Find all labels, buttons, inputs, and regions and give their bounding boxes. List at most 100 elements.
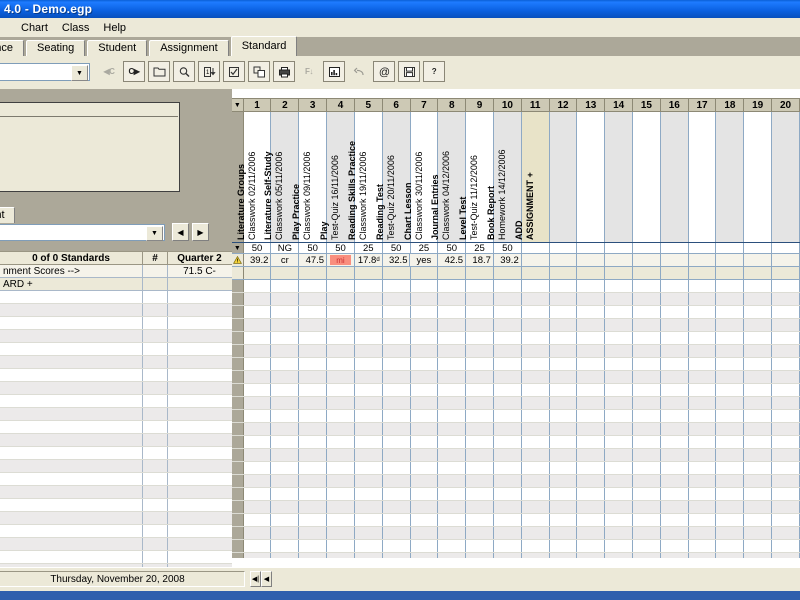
score-cell-6[interactable]: 32.5 <box>383 254 411 266</box>
grid-empty-cell[interactable] <box>577 410 606 422</box>
grid-empty-cell[interactable] <box>438 488 467 500</box>
grid-empty-cell[interactable] <box>716 527 745 539</box>
grid-empty-cell[interactable] <box>550 540 578 552</box>
empty-column-17[interactable] <box>688 112 717 242</box>
grid-empty-cell[interactable] <box>661 501 689 513</box>
grid-empty-cell[interactable] <box>299 384 328 396</box>
grid-empty-cell[interactable] <box>661 384 689 396</box>
grid-empty-cell[interactable] <box>299 358 328 370</box>
grid-empty-cell[interactable] <box>271 319 300 331</box>
grid-empty-cell[interactable] <box>438 384 467 396</box>
grid-empty-cell[interactable] <box>494 306 522 318</box>
grid-empty-cell[interactable] <box>577 384 606 396</box>
grid-empty-cell[interactable] <box>522 345 550 357</box>
grid-empty-cell[interactable] <box>633 384 661 396</box>
grid-empty-cell[interactable] <box>299 306 328 318</box>
grid-empty-cell[interactable] <box>244 319 272 331</box>
grid-empty-cell[interactable] <box>744 319 773 331</box>
grid-empty-cell[interactable] <box>299 527 328 539</box>
grid-empty-cell[interactable] <box>661 527 689 539</box>
grid-empty-cell[interactable] <box>716 423 745 435</box>
grid-empty-cell[interactable] <box>744 449 773 461</box>
grid-empty-cell[interactable] <box>383 436 411 448</box>
score-cell-7[interactable]: yes <box>410 254 439 266</box>
grid-empty-cell[interactable] <box>577 488 606 500</box>
next-class-button[interactable]: C▶ <box>123 61 145 82</box>
grid-empty-cell[interactable] <box>689 280 717 292</box>
grid-empty-cell[interactable] <box>744 540 773 552</box>
grid-empty-cell[interactable] <box>271 410 300 422</box>
grid-empty-cell[interactable] <box>466 475 494 487</box>
grid-empty-cell[interactable] <box>438 462 467 474</box>
grid-empty-cell[interactable] <box>661 540 689 552</box>
grid-empty-cell[interactable] <box>271 397 300 409</box>
grid-empty-cell[interactable] <box>271 345 300 357</box>
grid-empty-cell[interactable] <box>661 332 689 344</box>
grid-empty-cell[interactable] <box>327 345 355 357</box>
grid-empty-cell[interactable] <box>522 384 550 396</box>
grid-empty-cell[interactable] <box>744 280 773 292</box>
grid-empty-cell[interactable] <box>438 501 467 513</box>
standards-empty-row[interactable] <box>0 291 232 304</box>
grid-empty-cell[interactable] <box>689 319 717 331</box>
grid-empty-cell[interactable] <box>411 280 439 292</box>
grid-empty-cell[interactable] <box>716 514 745 526</box>
grid-empty-cell[interactable] <box>716 371 745 383</box>
grid-empty-cell[interactable] <box>466 319 494 331</box>
grid-empty-cell[interactable] <box>411 293 439 305</box>
grid-empty-cell[interactable] <box>383 397 411 409</box>
grid-empty-cell[interactable] <box>327 410 355 422</box>
grid-empty-cell[interactable] <box>744 358 773 370</box>
grid-empty-cell[interactable] <box>411 345 439 357</box>
grid-empty-cell[interactable] <box>494 345 522 357</box>
grid-empty-cell[interactable] <box>577 436 606 448</box>
grid-empty-cell[interactable] <box>244 306 272 318</box>
assignment-scores-row[interactable]: nment Scores --> 71.5 C- <box>0 265 232 278</box>
grid-empty-cell[interactable] <box>355 358 383 370</box>
grid-empty-cell[interactable] <box>550 423 578 435</box>
grid-empty-cell[interactable] <box>744 488 773 500</box>
grid-empty-cell[interactable] <box>271 306 300 318</box>
grid-empty-cell[interactable] <box>299 501 328 513</box>
grid-empty-cell[interactable] <box>466 384 494 396</box>
points-cell-empty-15[interactable] <box>633 243 661 253</box>
grid-empty-cell[interactable] <box>744 436 773 448</box>
tab-assignment[interactable]: Assignment <box>149 40 229 57</box>
grid-empty-cell[interactable] <box>383 345 411 357</box>
grid-empty-cell[interactable] <box>327 280 355 292</box>
grid-empty-cell[interactable] <box>744 462 773 474</box>
grid-empty-cell[interactable] <box>716 384 745 396</box>
grid-empty-cell[interactable] <box>744 527 773 539</box>
grid-empty-cell[interactable] <box>355 280 383 292</box>
score-cell-11[interactable] <box>522 254 550 266</box>
grid-empty-cell[interactable] <box>661 449 689 461</box>
grid-empty-cell[interactable] <box>244 293 272 305</box>
menu-item-class[interactable]: Class <box>55 20 97 36</box>
grid-empty-cell[interactable] <box>411 488 439 500</box>
grid-empty-cell[interactable] <box>327 371 355 383</box>
grid-empty-cell[interactable] <box>411 527 439 539</box>
points-cell-4[interactable]: 50 <box>327 243 355 254</box>
standards-empty-row[interactable] <box>0 382 232 395</box>
grid-empty-cell[interactable] <box>466 540 494 552</box>
grid-empty-cell[interactable] <box>605 488 634 500</box>
grid-empty-cell[interactable] <box>355 293 383 305</box>
grid-empty-cell[interactable] <box>689 501 717 513</box>
grid-empty-row[interactable] <box>232 527 800 540</box>
save-button[interactable] <box>398 61 420 82</box>
points-cell-1[interactable]: 50 <box>244 243 272 254</box>
grid-empty-cell[interactable] <box>689 358 717 370</box>
grid-empty-cell[interactable] <box>522 462 550 474</box>
grid-empty-cell[interactable] <box>522 371 550 383</box>
grid-empty-cell[interactable] <box>466 306 494 318</box>
grid-empty-cell[interactable] <box>716 293 745 305</box>
grid-empty-cell[interactable] <box>605 527 634 539</box>
grid-empty-cell[interactable] <box>689 397 717 409</box>
grid-empty-row[interactable] <box>232 436 800 449</box>
grid-empty-cell[interactable] <box>411 540 439 552</box>
grid-empty-row[interactable] <box>232 332 800 345</box>
first-record-button[interactable]: ◀| <box>250 571 261 587</box>
grid-empty-cell[interactable] <box>271 332 300 344</box>
grid-empty-cell[interactable] <box>689 423 717 435</box>
grid-empty-cell[interactable] <box>744 371 773 383</box>
